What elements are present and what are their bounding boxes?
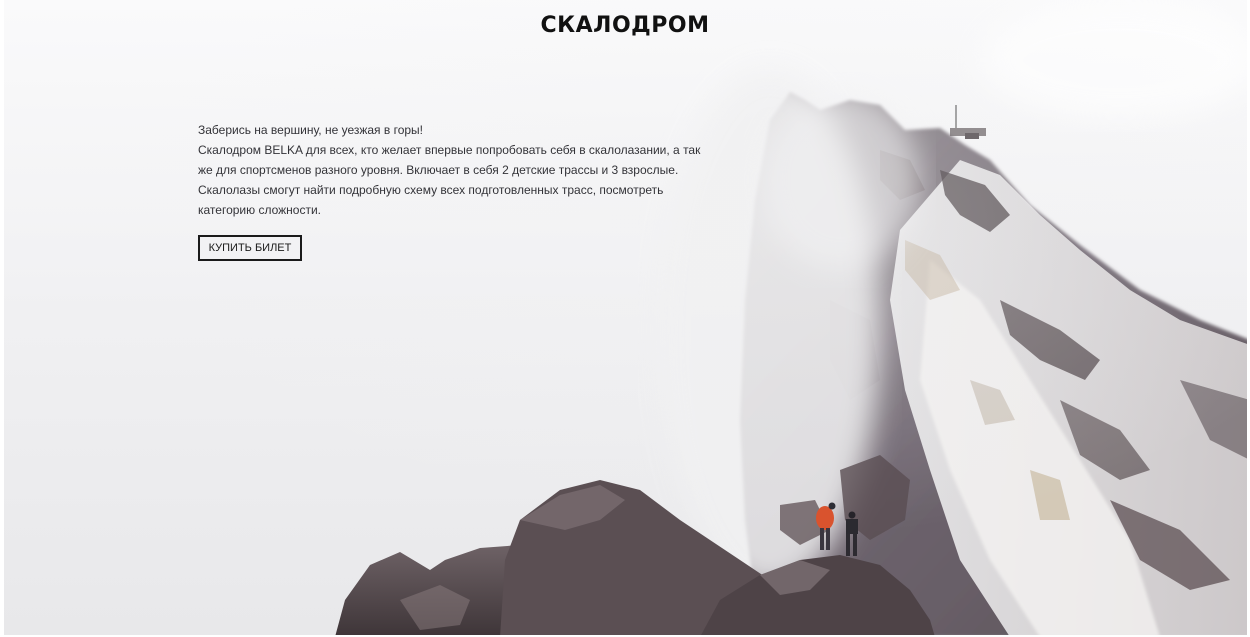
intro-text-block: Заберись на вершину, не уезжая в горы! С… bbox=[198, 120, 718, 220]
page-title: СКАЛОДРОМ bbox=[540, 13, 710, 38]
intro-description: Скалодром BELKA для всех, кто желает впе… bbox=[198, 143, 701, 217]
buy-ticket-button[interactable]: КУПИТЬ БИЛЕТ bbox=[198, 235, 302, 261]
hero-section: СКАЛОДРОМ Заберись на вершину, не уезжая… bbox=[0, 0, 1250, 637]
intro-headline: Заберись на вершину, не уезжая в горы! bbox=[198, 123, 424, 137]
mountain-background-image bbox=[0, 0, 1250, 637]
left-edge bbox=[0, 0, 4, 637]
